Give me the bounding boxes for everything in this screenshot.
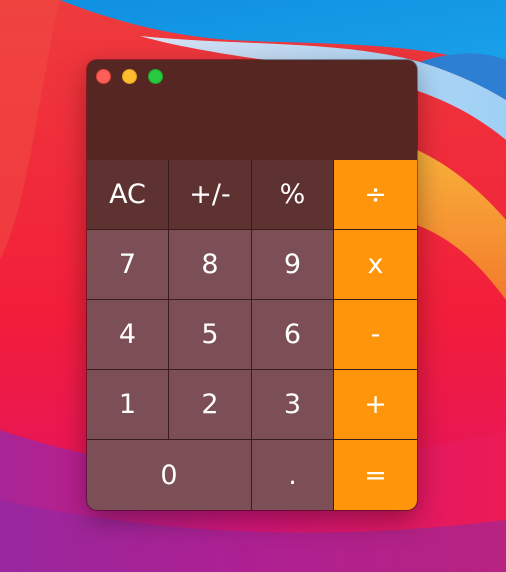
- add-button[interactable]: +: [334, 370, 417, 440]
- decimal-point-button[interactable]: .: [252, 440, 334, 510]
- digit-8-button[interactable]: 8: [169, 230, 252, 300]
- calculator-window: AC +/- % ÷ 7 8 9 x 4 5 6 - 1 2 3 + 0 . =: [87, 60, 417, 510]
- digit-7-button[interactable]: 7: [87, 230, 169, 300]
- digit-3-button[interactable]: 3: [252, 370, 334, 440]
- percent-button[interactable]: %: [252, 160, 334, 230]
- digit-1-button[interactable]: 1: [87, 370, 169, 440]
- calculator-keypad: AC +/- % ÷ 7 8 9 x 4 5 6 - 1 2 3 + 0 . =: [87, 160, 417, 510]
- subtract-button[interactable]: -: [334, 300, 417, 370]
- digit-6-button[interactable]: 6: [252, 300, 334, 370]
- minimize-window-button[interactable]: [122, 69, 137, 84]
- digit-0-button[interactable]: 0: [87, 440, 252, 510]
- toggle-sign-button[interactable]: +/-: [169, 160, 252, 230]
- digit-4-button[interactable]: 4: [87, 300, 169, 370]
- equals-button[interactable]: =: [334, 440, 417, 510]
- digit-2-button[interactable]: 2: [169, 370, 252, 440]
- divide-button[interactable]: ÷: [334, 160, 417, 230]
- title-bar: [87, 60, 417, 160]
- multiply-button[interactable]: x: [334, 230, 417, 300]
- close-window-button[interactable]: [96, 69, 111, 84]
- all-clear-button[interactable]: AC: [87, 160, 169, 230]
- digit-9-button[interactable]: 9: [252, 230, 334, 300]
- digit-5-button[interactable]: 5: [169, 300, 252, 370]
- maximize-window-button[interactable]: [148, 69, 163, 84]
